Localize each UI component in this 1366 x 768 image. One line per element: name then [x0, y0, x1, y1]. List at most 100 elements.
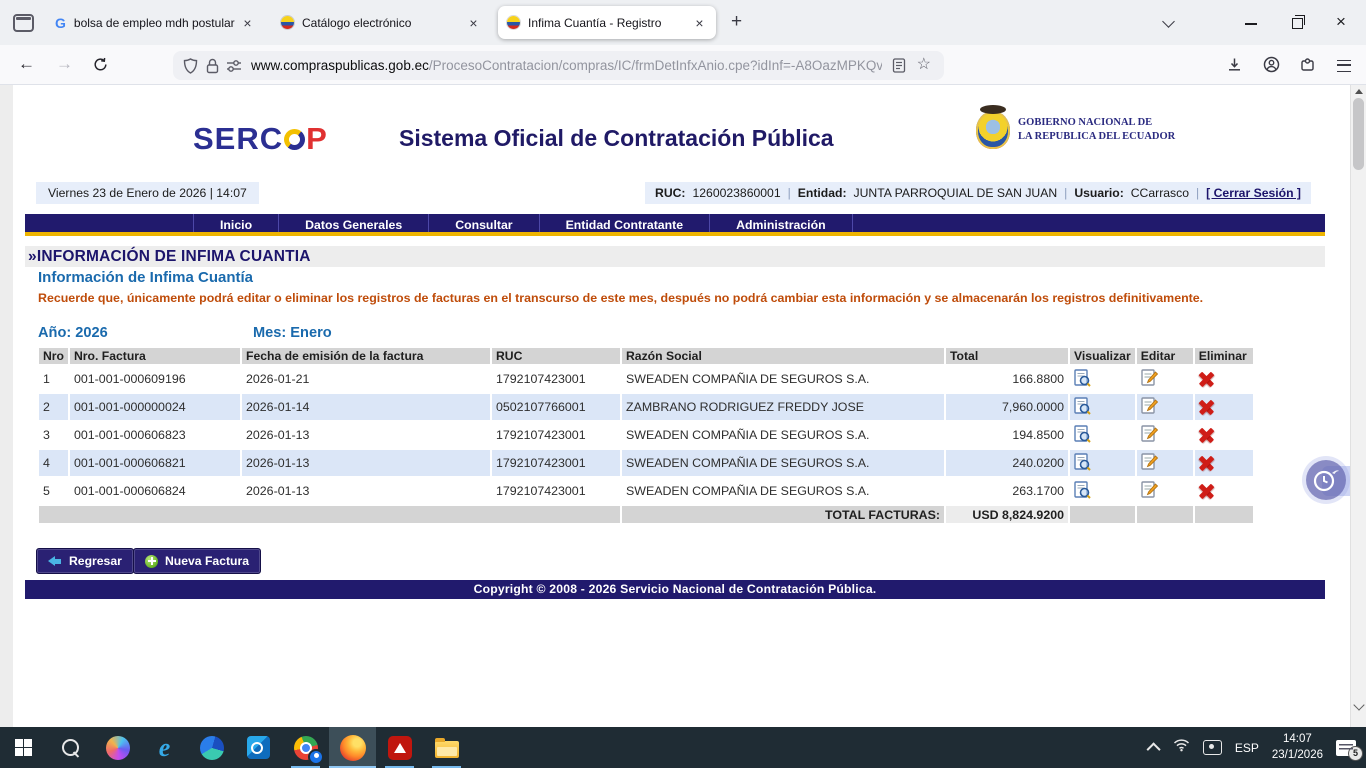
url-path: /ProcesoContratacion/compras/IC/frmDetIn…	[428, 58, 882, 73]
start-button[interactable]	[0, 727, 47, 768]
table-row: 2 001-001-000000024 2026-01-14 050210776…	[39, 394, 1253, 420]
window-minimize-button[interactable]	[1245, 23, 1257, 25]
tab-infima-cuantia-active[interactable]: Infima Cuantía - Registro ×	[498, 6, 716, 39]
editar-icon[interactable]	[1136, 394, 1193, 420]
menu-item-entidad-contratante[interactable]: Entidad Contratante	[540, 214, 711, 232]
tab-title: Catálogo electrónico	[302, 15, 412, 30]
datetime-display: Viernes 23 de Enero de 2026 | 14:07	[36, 182, 259, 204]
screen-recorder-clock-widget[interactable]	[1306, 460, 1346, 500]
downloads-icon[interactable]	[1227, 57, 1242, 77]
tab-catalogo[interactable]: Catálogo electrónico ×	[272, 6, 490, 39]
editar-icon[interactable]	[1137, 478, 1193, 504]
taskbar-outlook-button[interactable]	[235, 727, 282, 768]
firefox-view-icon[interactable]	[13, 14, 34, 32]
editar-icon[interactable]	[1136, 450, 1193, 476]
forward-button[interactable]: →	[56, 54, 73, 74]
ecuador-crest-favicon-icon	[281, 16, 294, 29]
session-info-bar: RUC: 1260023860001 | Entidad: JUNTA PARR…	[645, 182, 1311, 204]
visualizar-icon[interactable]	[1070, 366, 1135, 392]
eliminar-icon[interactable]	[1195, 478, 1253, 504]
desktop: { "browser": { "tabs": [ { "title": "bol…	[0, 0, 1366, 768]
nueva-factura-button[interactable]: Nueva Factura	[133, 548, 261, 574]
taskbar-internet-explorer-button[interactable]: e	[141, 727, 188, 768]
visualizar-icon[interactable]	[1070, 422, 1135, 448]
section-header-bar: »INFORMACIÓN DE INFIMA CUANTIA	[25, 246, 1325, 267]
table-header-row: Nro Nro. Factura Fecha de emisión de la …	[39, 348, 1253, 364]
taskbar-acrobat-button[interactable]	[376, 727, 423, 768]
col-fecha: Fecha de emisión de la factura	[242, 348, 490, 364]
tray-expand-chevron-icon[interactable]	[1146, 741, 1161, 756]
taskbar-clock[interactable]: 14:07 23/1/2026	[1272, 732, 1323, 763]
col-nro: Nro	[39, 348, 68, 364]
entity-value: JUNTA PARROQUIAL DE SAN JUAN	[853, 186, 1058, 200]
col-factura: Nro. Factura	[70, 348, 240, 364]
col-ruc: RUC	[492, 348, 620, 364]
account-icon[interactable]	[1263, 56, 1280, 78]
taskbar-date: 23/1/2026	[1271, 748, 1323, 761]
tab-bolsa-empleo[interactable]: G bolsa de empleo mdh postular ×	[46, 6, 264, 39]
table-row: 5 001-001-000606824 2026-01-13 179210742…	[39, 478, 1253, 504]
taskbar-file-explorer-button[interactable]	[423, 727, 470, 768]
eliminar-icon[interactable]	[1194, 450, 1253, 476]
lock-icon[interactable]	[206, 58, 219, 79]
window-restore-button[interactable]	[1292, 14, 1305, 29]
extensions-icon[interactable]	[1300, 57, 1315, 77]
wifi-icon[interactable]	[1173, 738, 1190, 757]
chrome-profile-badge	[308, 749, 324, 765]
visualizar-icon[interactable]	[1070, 478, 1135, 504]
menu-item-inicio[interactable]: Inicio	[193, 214, 280, 232]
editar-icon[interactable]	[1137, 366, 1193, 392]
acrobat-icon	[387, 735, 412, 760]
browser-tab-bar: G bolsa de empleo mdh postular × Catálog…	[0, 0, 1366, 45]
scroll-up-arrow-icon[interactable]	[1354, 89, 1363, 94]
back-arrow-icon	[48, 556, 62, 566]
plus-icon	[145, 554, 158, 568]
bookmark-star-icon[interactable]: ☆	[917, 54, 931, 74]
vertical-scrollbar[interactable]	[1350, 85, 1366, 727]
menu-hamburger-icon[interactable]	[1337, 60, 1351, 72]
reader-mode-icon[interactable]	[892, 58, 906, 78]
new-tab-button[interactable]: +	[731, 11, 742, 33]
main-menu: Inicio Datos Generales Consultar Entidad…	[25, 214, 1325, 236]
total-facturas-value: USD 8,824.9200	[946, 506, 1068, 523]
screen-capture-icon[interactable]	[1202, 740, 1222, 755]
list-tabs-chevron-icon[interactable]	[1162, 15, 1175, 28]
reload-button[interactable]	[93, 57, 108, 77]
permissions-icon[interactable]	[226, 59, 242, 78]
taskbar-search-button[interactable]	[47, 727, 94, 768]
visualizar-icon[interactable]	[1070, 450, 1135, 476]
taskbar-copilot-button[interactable]	[94, 727, 141, 768]
eliminar-icon[interactable]	[1194, 394, 1253, 420]
url-bar[interactable]: www.compraspublicas.gob.ec/ProcesoContra…	[173, 51, 944, 80]
language-indicator[interactable]: ESP	[1235, 741, 1259, 755]
taskbar-firefox-button[interactable]	[329, 727, 376, 768]
window-close-button[interactable]: ×	[1336, 12, 1346, 32]
visualizar-icon[interactable]	[1070, 394, 1135, 420]
eliminar-icon[interactable]	[1195, 422, 1253, 448]
entity-label: Entidad:	[797, 186, 847, 200]
notification-center-icon[interactable]: 5	[1336, 739, 1363, 761]
url-domain: www.compraspublicas.gob.ec	[251, 58, 429, 73]
outlook-icon	[247, 736, 270, 759]
scrollbar-thumb[interactable]	[1353, 98, 1364, 170]
back-button[interactable]: ←	[18, 54, 35, 74]
tracking-shield-icon[interactable]	[183, 58, 198, 79]
col-razon-social: Razón Social	[622, 348, 944, 364]
tab-close-icon[interactable]: ×	[692, 15, 707, 31]
editar-icon[interactable]	[1137, 422, 1193, 448]
taskbar-chrome-button[interactable]	[282, 727, 329, 768]
regresar-button[interactable]: Regresar	[36, 548, 134, 574]
taskbar-edge-button[interactable]	[188, 727, 235, 768]
menu-item-administracion[interactable]: Administración	[710, 214, 853, 232]
menu-item-consultar[interactable]: Consultar	[429, 214, 540, 232]
sercop-logo: SERC P	[193, 121, 328, 157]
scroll-down-arrow-icon[interactable]	[1353, 699, 1365, 711]
tab-close-icon[interactable]: ×	[240, 15, 255, 31]
eliminar-icon[interactable]	[1195, 366, 1253, 392]
table-row: 3 001-001-000606823 2026-01-13 179210742…	[39, 422, 1253, 448]
menu-item-datos-generales[interactable]: Datos Generales	[279, 214, 430, 232]
url-text[interactable]: www.compraspublicas.gob.ec/ProcesoContra…	[251, 51, 882, 80]
logout-link[interactable]: [ Cerrar Sesión ]	[1206, 182, 1301, 204]
tab-close-icon[interactable]: ×	[466, 15, 481, 31]
internet-explorer-icon: e	[158, 732, 171, 762]
